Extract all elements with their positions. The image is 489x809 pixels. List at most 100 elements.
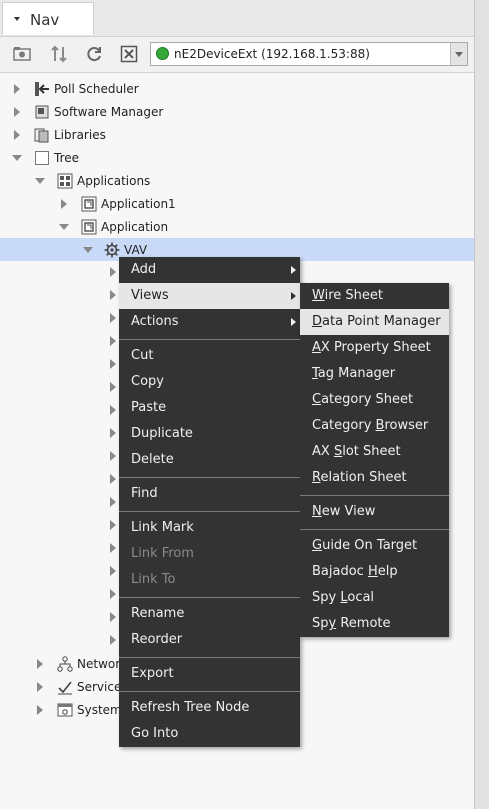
collapse-icon[interactable]: [83, 247, 93, 253]
menu-separator: [119, 657, 300, 658]
menu-item-go-into[interactable]: Go Into: [119, 721, 300, 747]
menu-item-copy[interactable]: Copy: [119, 369, 300, 395]
tree-item-application1[interactable]: Application1: [0, 193, 474, 215]
expand-icon[interactable]: [110, 635, 116, 645]
expand-icon[interactable]: [110, 589, 116, 599]
expand-icon[interactable]: [110, 267, 116, 277]
nav-tab[interactable]: Nav: [2, 2, 94, 35]
expand-icon[interactable]: [110, 290, 116, 300]
collapse-icon[interactable]: [35, 178, 45, 184]
expand-icon[interactable]: [110, 405, 116, 415]
menu-label: Link From: [131, 546, 194, 561]
mnemonic: W: [312, 288, 325, 303]
menu-item-delete[interactable]: Delete: [119, 447, 300, 473]
station-selector[interactable]: nE2DeviceExt (192.168.1.53:88): [150, 42, 468, 66]
menu-label: Cut: [131, 348, 154, 363]
expand-icon[interactable]: [14, 84, 20, 94]
tree-item-libraries[interactable]: Libraries: [0, 124, 474, 146]
refresh-button[interactable]: [83, 44, 105, 64]
menu-item-ax-property-sheet[interactable]: AX Property Sheet: [300, 335, 449, 361]
expand-icon[interactable]: [37, 705, 43, 715]
network-icon: [57, 656, 73, 672]
menu-label: rowser: [384, 418, 429, 433]
expand-icon[interactable]: [110, 336, 116, 346]
menu-item-refresh-tree-node[interactable]: Refresh Tree Node: [119, 695, 300, 721]
menu-item-spy-remote[interactable]: Spy Remote: [300, 611, 449, 637]
tree-item-application[interactable]: Application: [0, 216, 474, 238]
new-folder-button[interactable]: [12, 44, 34, 64]
expand-icon[interactable]: [110, 428, 116, 438]
menu-item-wire-sheet[interactable]: Wire Sheet: [300, 283, 449, 309]
menu-label: Bajadoc: [312, 564, 368, 579]
menu-item-ax-slot-sheet[interactable]: AX Slot Sheet: [300, 439, 449, 465]
side-strip: [475, 0, 489, 809]
dropdown-arrow-icon[interactable]: [450, 43, 467, 65]
menu-label: lot Sheet: [342, 444, 401, 459]
menu-item-views[interactable]: Views: [119, 283, 300, 309]
sort-button[interactable]: [48, 44, 70, 64]
menu-separator: [119, 477, 300, 478]
menu-label: Reorder: [131, 632, 183, 647]
expand-icon[interactable]: [110, 359, 116, 369]
menu-label: Sp: [312, 616, 329, 631]
expand-icon[interactable]: [110, 451, 116, 461]
expand-icon[interactable]: [110, 474, 116, 484]
menu-item-actions[interactable]: Actions: [119, 309, 300, 335]
menu-label: ew View: [321, 504, 376, 519]
expand-icon[interactable]: [110, 566, 116, 576]
menu-separator: [119, 511, 300, 512]
expand-icon[interactable]: [61, 199, 67, 209]
close-button[interactable]: [118, 44, 140, 64]
chevron-down-icon[interactable]: [14, 17, 20, 21]
submenu-arrow-icon: [291, 266, 296, 274]
menu-item-guide-on-target[interactable]: Guide On Target: [300, 533, 449, 559]
menu-item-add[interactable]: Add: [119, 257, 300, 283]
expand-icon[interactable]: [14, 130, 20, 140]
menu-item-reorder[interactable]: Reorder: [119, 627, 300, 653]
menu-item-spy-local[interactable]: Spy Local: [300, 585, 449, 611]
menu-label: Add: [131, 262, 157, 277]
menu-item-export[interactable]: Export: [119, 661, 300, 687]
tree-label: Applications: [77, 174, 151, 188]
menu-item-tag-manager[interactable]: Tag Manager: [300, 361, 449, 387]
menu-item-new-view[interactable]: New View: [300, 499, 449, 525]
menu-item-rename[interactable]: Rename: [119, 601, 300, 627]
menu-item-duplicate[interactable]: Duplicate: [119, 421, 300, 447]
expand-icon[interactable]: [110, 612, 116, 622]
tree-label: Tree: [54, 151, 80, 165]
expand-icon[interactable]: [110, 497, 116, 507]
folder-icon: [13, 47, 31, 61]
menu-label: AX: [312, 444, 334, 459]
menu-item-find[interactable]: Find: [119, 481, 300, 507]
tree-item-applications[interactable]: Applications: [0, 170, 474, 192]
expand-icon[interactable]: [37, 682, 43, 692]
menu-item-paste[interactable]: Paste: [119, 395, 300, 421]
tree-item-poll-scheduler[interactable]: Poll Scheduler: [0, 78, 474, 100]
mnemonic: H: [367, 564, 378, 579]
expand-icon[interactable]: [110, 313, 116, 323]
gear-icon: [104, 242, 120, 258]
expand-icon[interactable]: [37, 659, 43, 669]
mnemonic: N: [312, 504, 322, 519]
menu-item-category-browser[interactable]: Category Browser: [300, 413, 449, 439]
collapse-icon[interactable]: [12, 155, 22, 161]
expand-icon[interactable]: [14, 107, 20, 117]
tree-item-tree[interactable]: Tree: [0, 147, 474, 169]
menu-item-category-sheet[interactable]: Category Sheet: [300, 387, 449, 413]
collapse-icon[interactable]: [59, 224, 69, 230]
menu-label: Link To: [131, 572, 176, 587]
tree-item-software-manager[interactable]: Software Manager: [0, 101, 474, 123]
expand-icon[interactable]: [110, 382, 116, 392]
views-submenu: Wire Sheet Data Point Manager AX Propert…: [300, 283, 449, 637]
menu-item-cut[interactable]: Cut: [119, 343, 300, 369]
mnemonic: G: [312, 538, 323, 553]
menu-label: ata Point Manager: [322, 314, 441, 329]
expand-icon[interactable]: [110, 543, 116, 553]
menu-item-relation-sheet[interactable]: Relation Sheet: [300, 465, 449, 491]
menu-item-link-mark[interactable]: Link Mark: [119, 515, 300, 541]
menu-separator: [119, 597, 300, 598]
menu-label: Remote: [336, 616, 391, 631]
menu-item-data-point-manager[interactable]: Data Point Manager: [300, 309, 449, 335]
expand-icon[interactable]: [110, 520, 116, 530]
menu-item-bajadoc-help[interactable]: Bajadoc Help: [300, 559, 449, 585]
